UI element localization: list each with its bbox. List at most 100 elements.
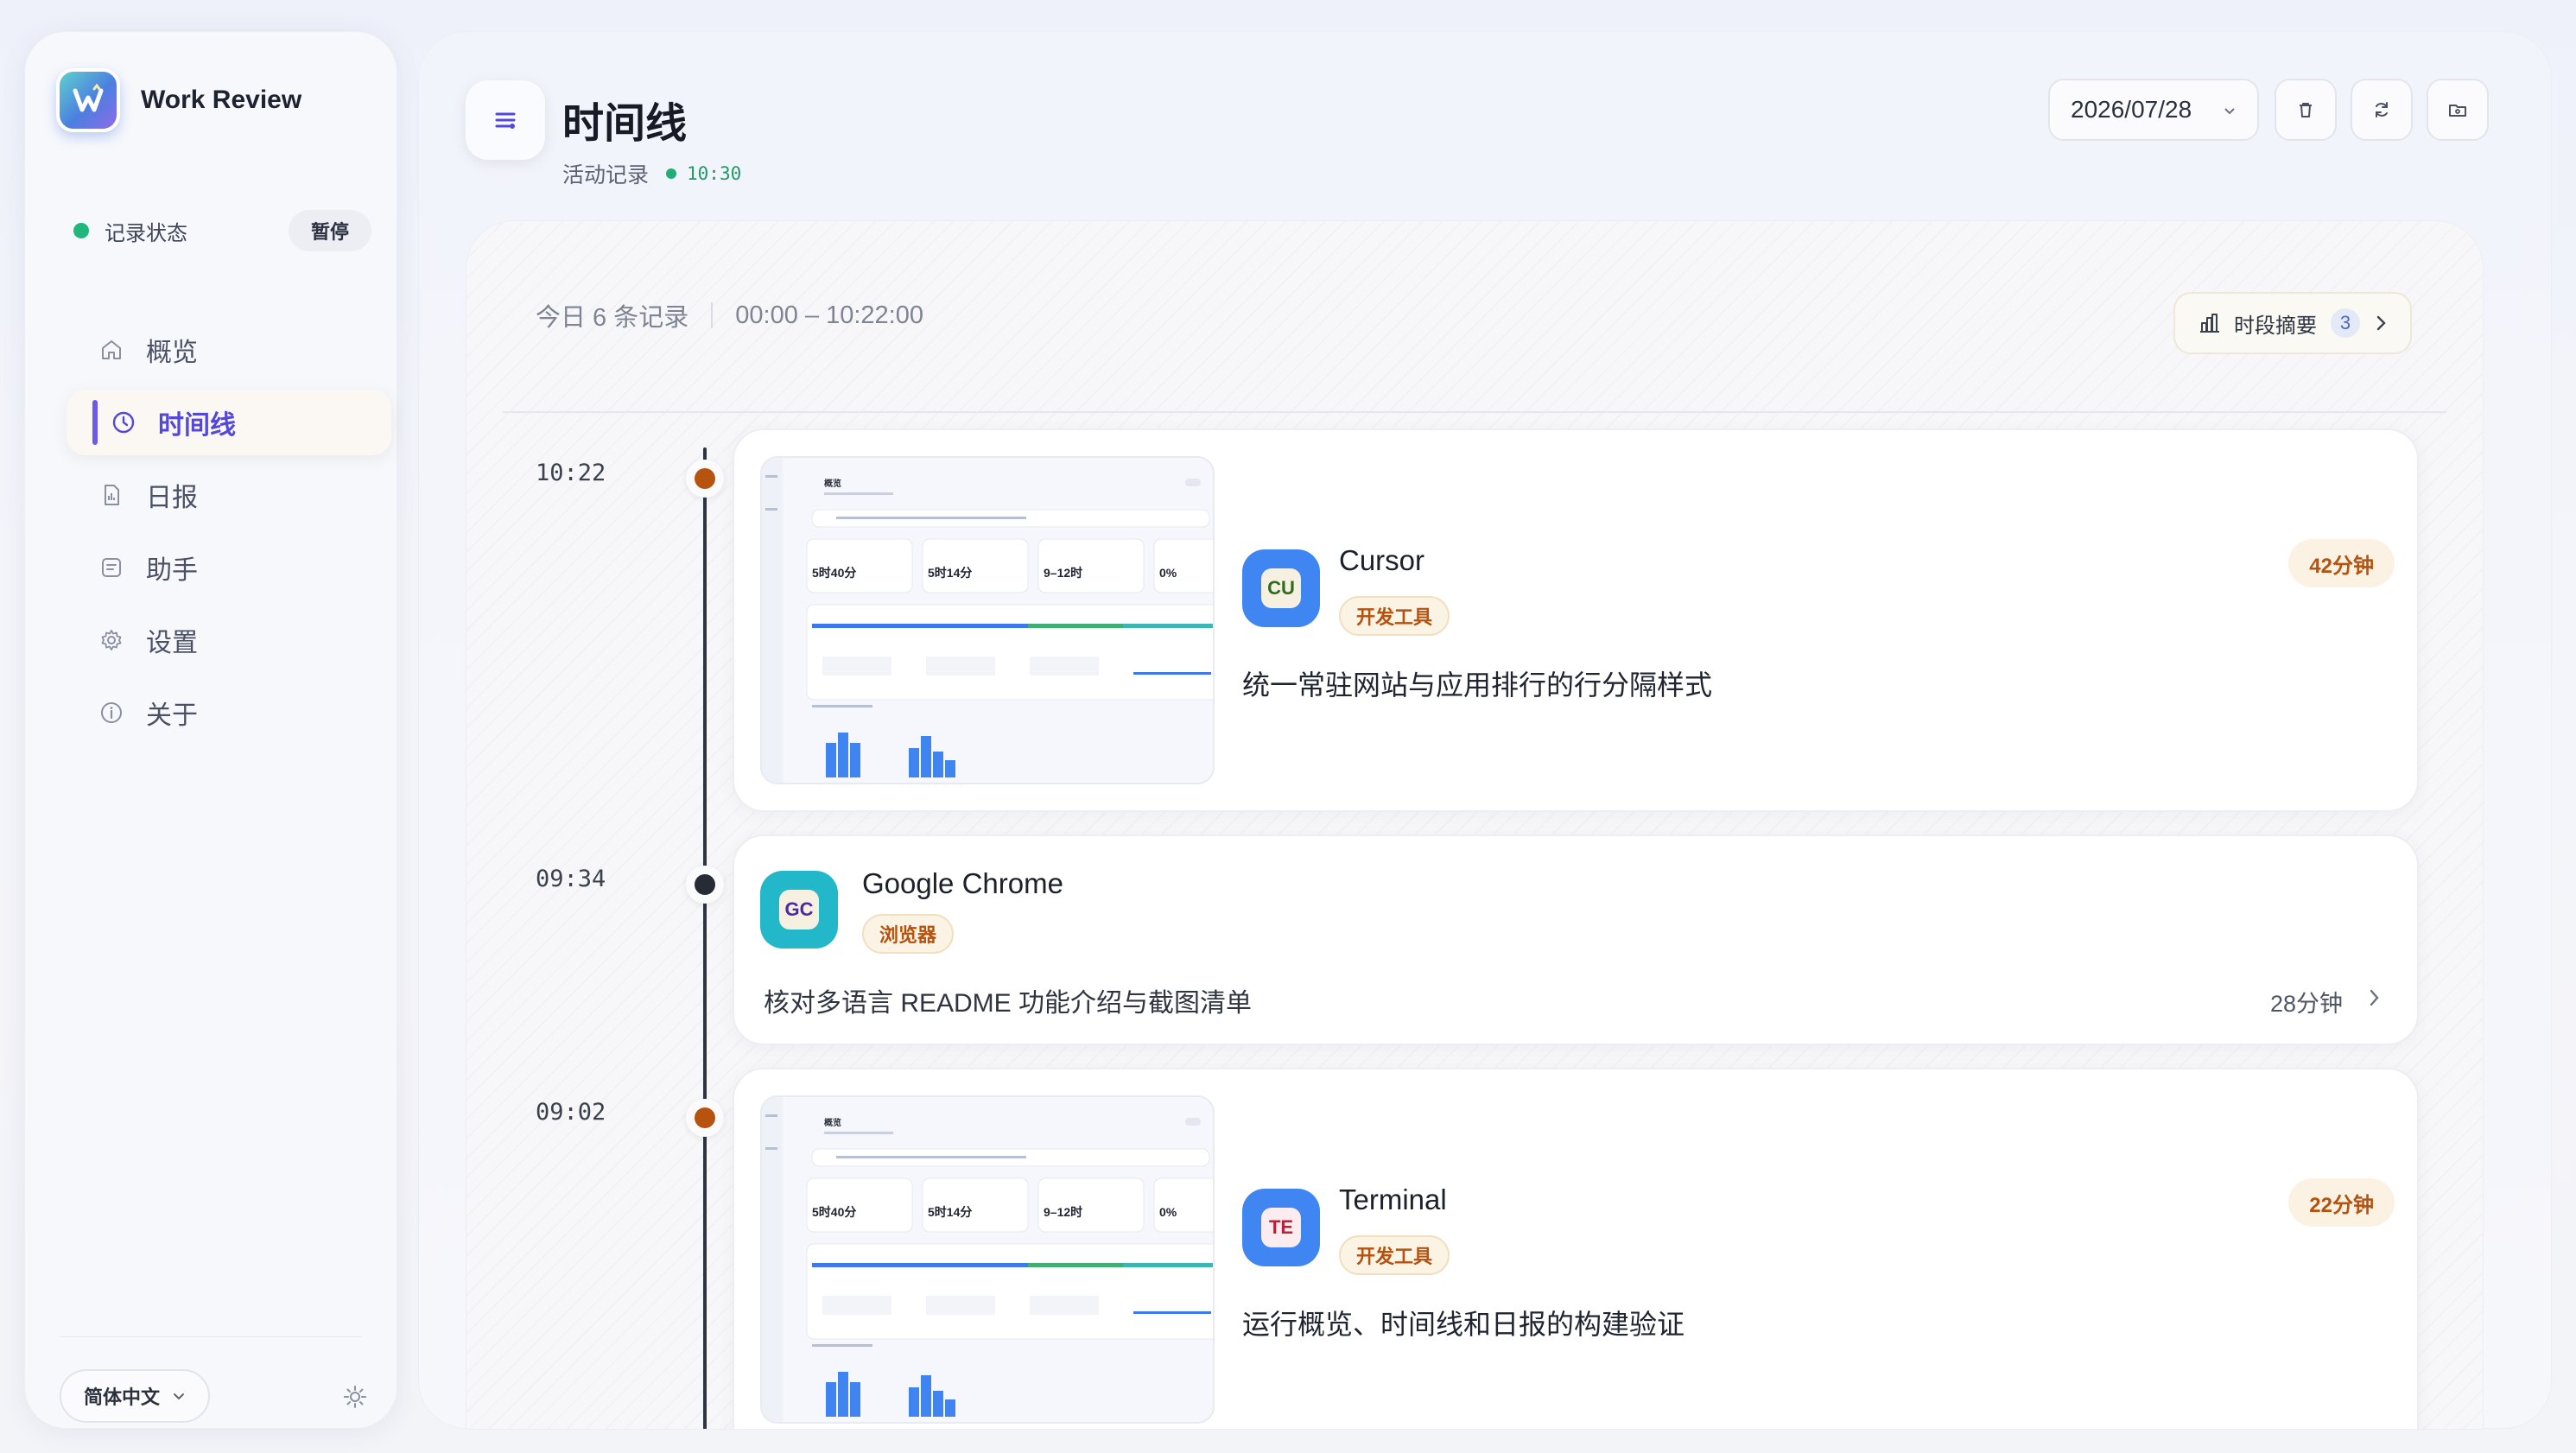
thumbnail-stat: 5时14分 xyxy=(928,566,972,580)
language-label: 简体中文 xyxy=(84,1386,161,1408)
panel-divider xyxy=(503,411,2446,413)
duration-badge: 22分钟 xyxy=(2288,1178,2395,1227)
category-tag: 浏览器 xyxy=(862,914,955,954)
record-status: 记录状态 暂停 xyxy=(73,205,371,257)
main-area: 时间线 活动记录 10:30 2026/07/28 今日 6 条记录 00:00… xyxy=(418,31,2552,1430)
app-name: Terminal xyxy=(1339,1183,1447,1215)
records-count: 今日 6 条记录 xyxy=(536,304,689,332)
sidebar-item-overview[interactable]: 概览 xyxy=(67,317,391,383)
timeline-dot-fill xyxy=(695,874,715,895)
live-dot xyxy=(666,168,677,179)
sidebar-item-daily-report[interactable]: 日报 xyxy=(67,462,391,528)
timeline-dot xyxy=(686,460,724,498)
thumbnail-stat: 5时14分 xyxy=(928,1205,972,1219)
info-icon xyxy=(98,699,125,726)
thumbnail-stat: 0% xyxy=(1159,1205,1177,1219)
export-button[interactable] xyxy=(2427,79,2489,141)
brand: Work Review xyxy=(56,68,301,132)
sidebar-divider xyxy=(60,1336,362,1337)
thumbnail-stat: 0% xyxy=(1159,566,1177,580)
activity-description: 统一常驻网站与应用排行的行分隔样式 xyxy=(1242,669,1713,701)
chevron-right-icon[interactable] xyxy=(2369,988,2381,1007)
chevron-down-icon xyxy=(174,1393,185,1400)
caret-down-icon xyxy=(2224,108,2235,115)
period-summary-button[interactable]: 时段摘要 3 xyxy=(2173,292,2412,354)
sidebar-item-timeline[interactable]: 时间线 xyxy=(67,390,391,455)
refresh-button[interactable] xyxy=(2351,79,2413,141)
app-name: Work Review xyxy=(141,86,302,114)
sidebar-item-label: 设置 xyxy=(146,629,198,657)
sidebar-item-settings[interactable]: 设置 xyxy=(67,607,391,673)
app-name: Cursor xyxy=(1339,544,1425,576)
panel-summary-line: 今日 6 条记录 00:00 – 10:22:00 xyxy=(536,297,923,333)
pause-button[interactable]: 暂停 xyxy=(288,210,371,251)
page-title: 时间线 xyxy=(562,101,688,147)
toggle-sidebar-button[interactable] xyxy=(466,80,545,160)
thumbnail-stat: 9–12时 xyxy=(1044,566,1082,580)
sidebar: Work Review 记录状态 暂停 概览 时间线 日报 助手 设置 关于 简… xyxy=(24,31,397,1429)
thumbnail-title: 概览 xyxy=(824,1117,841,1128)
screenshot-thumbnail[interactable]: 概览 5时40分 5时14分 9–12时 0% xyxy=(760,1095,1215,1424)
bar-chart-icon xyxy=(2200,314,2219,333)
app-abbr: TE xyxy=(1261,1208,1301,1247)
sidebar-item-label: 概览 xyxy=(146,339,198,367)
page-subtitle: 活动记录 10:30 xyxy=(562,158,741,189)
timeline-card[interactable]: 概览 5时40分 5时14分 9–12时 0% xyxy=(733,1068,2419,1429)
chevron-right-icon xyxy=(2376,315,2386,331)
assistant-icon xyxy=(98,554,125,581)
sidebar-item-assistant[interactable]: 助手 xyxy=(67,535,391,600)
app-abbr: CU xyxy=(1261,568,1301,608)
sidebar-item-label: 日报 xyxy=(146,484,198,512)
sidebar-item-label: 时间线 xyxy=(158,411,236,440)
trash-icon xyxy=(2300,103,2312,117)
timeline-track xyxy=(703,447,707,1429)
record-status-label: 记录状态 xyxy=(105,221,187,245)
app-icon: CU xyxy=(1242,549,1320,627)
timeline-time: 09:34 xyxy=(536,866,606,892)
home-icon xyxy=(98,336,125,364)
activity-description: 核对多语言 README 功能介绍与截图清单 xyxy=(764,989,1253,1018)
date-value: 2026/07/28 xyxy=(2071,96,2192,123)
folder-icon xyxy=(2449,105,2466,117)
delete-button[interactable] xyxy=(2275,79,2337,141)
live-time: 10:30 xyxy=(687,163,742,184)
duration-badge: 42分钟 xyxy=(2288,539,2395,587)
timeline-dot xyxy=(686,866,724,904)
app-abbr: GC xyxy=(779,890,819,930)
duration-text: 28分钟 xyxy=(2269,991,2343,1017)
summary-count-badge: 3 xyxy=(2331,308,2360,338)
thumbnail-stat: 5时40分 xyxy=(812,566,856,580)
screenshot-thumbnail[interactable]: 概览 5时40分 5时14分 9–12时 0% xyxy=(760,456,1215,784)
app-icon: TE xyxy=(1242,1189,1320,1266)
subtitle-label: 活动记录 xyxy=(562,163,650,187)
sun-icon[interactable] xyxy=(341,1383,369,1411)
activity-description: 运行概览、时间线和日报的构建验证 xyxy=(1242,1309,1685,1340)
thumbnail-title: 概览 xyxy=(824,478,841,489)
sidebar-item-label: 关于 xyxy=(146,701,198,730)
record-status-dot xyxy=(73,223,89,238)
period-summary-label: 时段摘要 xyxy=(2234,314,2317,338)
timeline-card[interactable]: GC Google Chrome 浏览器 核对多语言 README 功能介绍与截… xyxy=(733,834,2419,1045)
language-select[interactable]: 简体中文 xyxy=(60,1369,211,1423)
sidebar-item-label: 助手 xyxy=(146,556,198,585)
refresh-icon xyxy=(2376,102,2388,117)
clock-icon xyxy=(110,409,137,436)
thumbnail-stat: 9–12时 xyxy=(1044,1205,1082,1219)
sidebar-item-about[interactable]: 关于 xyxy=(67,680,391,746)
timeline-dot xyxy=(686,1099,724,1137)
time-range: 00:00 – 10:22:00 xyxy=(735,301,923,329)
timeline-dot-fill xyxy=(695,468,715,489)
gear-icon xyxy=(98,626,125,654)
timeline-dot-fill xyxy=(695,1107,715,1128)
timeline-time: 09:02 xyxy=(536,1099,606,1126)
document-icon xyxy=(98,481,125,509)
category-tag: 开发工具 xyxy=(1339,1235,1450,1275)
thumbnail-stat: 5时40分 xyxy=(812,1205,856,1219)
timeline-panel: 今日 6 条记录 00:00 – 10:22:00 时段摘要 3 10:22 概… xyxy=(466,220,2484,1430)
divider xyxy=(711,302,714,328)
timeline-card[interactable]: 概览 5时40分 5时14分 9–12时 0% xyxy=(733,428,2419,812)
app-icon: GC xyxy=(760,871,838,949)
app-name: Google Chrome xyxy=(862,867,1063,899)
date-picker[interactable]: 2026/07/28 xyxy=(2048,79,2259,141)
menu-icon xyxy=(495,112,516,129)
